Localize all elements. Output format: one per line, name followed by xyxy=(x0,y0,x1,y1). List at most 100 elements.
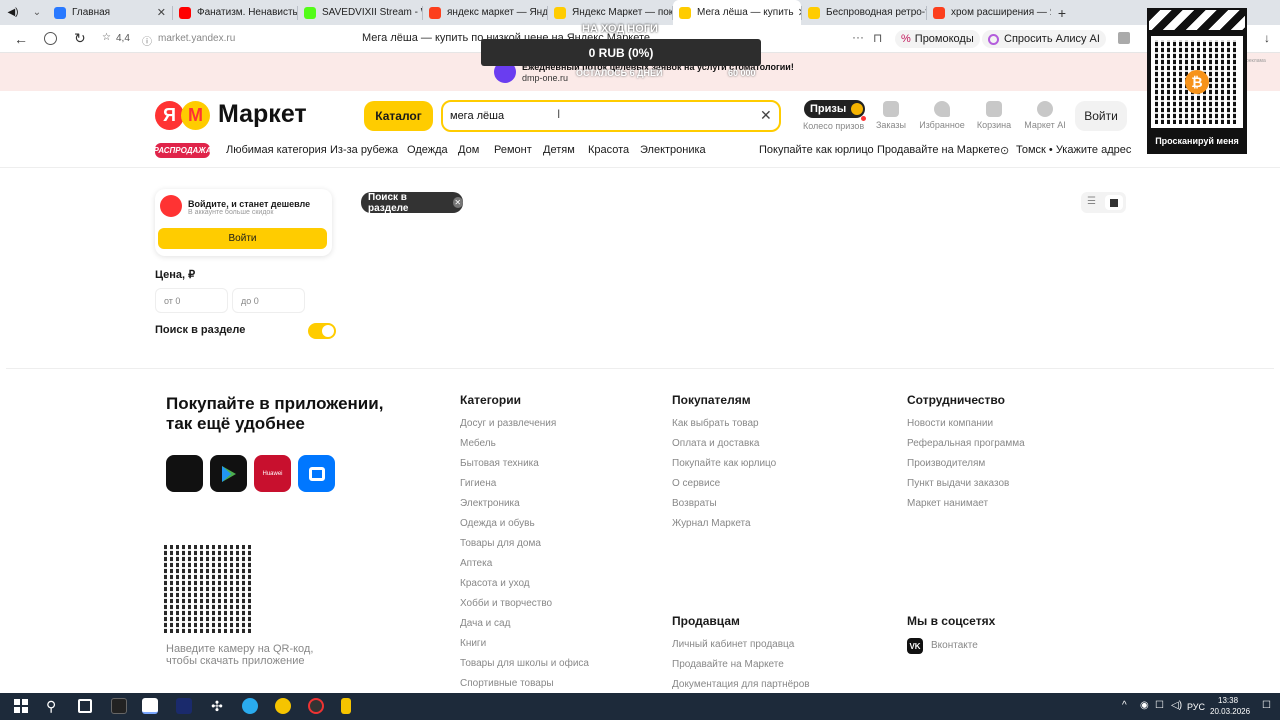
browser-tab[interactable]: SAVEDVIXII Stream - Wat✕ xyxy=(298,0,422,25)
footer-link[interactable]: Спортивные товары xyxy=(460,678,554,689)
language-indicator[interactable]: РУС xyxy=(1187,702,1205,712)
banner-link[interactable]: dmp-one.ru xyxy=(522,73,568,83)
footer-link[interactable]: Оплата и доставка xyxy=(672,438,759,449)
tray-chevron-icon[interactable]: ^ xyxy=(1122,700,1127,711)
browser-tab[interactable]: Фанатизм. Ненависть в✕ xyxy=(173,0,297,25)
footer-link[interactable]: Аптека xyxy=(460,558,492,569)
market-logo-text[interactable]: Маркет xyxy=(218,100,307,129)
browser-tab[interactable]: Главная ✕ xyxy=(48,0,172,25)
download-icon[interactable]: ↓ xyxy=(1264,31,1270,45)
footer-link[interactable]: Дача и сад xyxy=(460,618,510,629)
taskbar-time[interactable]: 13:38 xyxy=(1218,696,1238,705)
yandex-id-icon[interactable] xyxy=(44,32,57,45)
vk-icon[interactable]: VK xyxy=(907,638,923,654)
price-from-input[interactable]: от 0 xyxy=(155,288,228,313)
app-store-icon[interactable] xyxy=(166,455,203,492)
tab-close-icon[interactable]: ✕ xyxy=(794,6,801,19)
footer-link[interactable]: Красота и уход xyxy=(460,578,530,589)
nav-sell-on-market[interactable]: Продавайте на Маркете xyxy=(877,144,1000,156)
new-tab-button[interactable]: + xyxy=(1051,0,1073,25)
task-view-icon[interactable] xyxy=(78,699,92,713)
footer-link[interactable]: Личный кабинет продавца xyxy=(672,639,794,650)
tray-app-icon[interactable]: ◉ xyxy=(1140,700,1149,711)
taskbar-app-4-icon[interactable]: ✣ xyxy=(209,698,225,714)
back-icon[interactable]: ← xyxy=(14,31,28,47)
reload-icon[interactable]: ↻ xyxy=(74,30,86,47)
price-to-input[interactable]: до 0 xyxy=(232,288,305,313)
taskbar-app-8-icon[interactable] xyxy=(341,698,351,714)
notifications-icon[interactable]: ☐ xyxy=(1262,700,1271,711)
footer-link[interactable]: О сервисе xyxy=(672,478,720,489)
chevron-down-icon[interactable]: ⌄ xyxy=(26,0,48,25)
filter-chip[interactable]: Поиск в разделе ✕ xyxy=(361,192,463,214)
footer-link[interactable]: Как выбрать товар xyxy=(672,418,759,429)
browser-tab[interactable]: Беспроводная ретро-те✕ xyxy=(802,0,926,25)
windows-start-icon[interactable] xyxy=(14,699,28,713)
clear-search-icon[interactable]: ✕ xyxy=(760,107,772,124)
footer-link[interactable]: Гигиена xyxy=(460,478,496,489)
footer-link[interactable]: Товары для школы и офиса xyxy=(460,658,589,669)
browser-tab[interactable]: Яндекс Маркет — покуп✕ xyxy=(548,0,672,25)
volume-icon[interactable]: ◁) xyxy=(1171,700,1182,711)
telegram-icon[interactable] xyxy=(242,698,258,714)
taskbar-app-7-icon[interactable] xyxy=(308,698,324,714)
footer-link[interactable]: Покупайте как юрлицо xyxy=(672,458,776,469)
tab-audio-icon[interactable]: ◀) xyxy=(0,0,26,25)
nav-beauty[interactable]: Красота xyxy=(588,144,629,156)
footer-link[interactable]: Продавайте на Маркете xyxy=(672,659,784,670)
search-input[interactable]: мега лёша xyxy=(450,110,504,122)
search-icon[interactable]: ⚲ xyxy=(46,698,56,715)
login-button[interactable]: Войти xyxy=(1075,101,1127,131)
tab-close-icon[interactable]: ✕ xyxy=(153,6,166,19)
network-icon[interactable]: ☐ xyxy=(1155,700,1164,711)
chip-close-icon[interactable]: ✕ xyxy=(452,197,463,208)
footer-link[interactable]: Маркет нанимает xyxy=(907,498,988,509)
footer-link[interactable]: Книги xyxy=(460,638,486,649)
prizes-button[interactable]: Призы xyxy=(804,100,865,118)
nav-kids[interactable]: Детям xyxy=(543,144,575,156)
yandex-logo[interactable]: Я xyxy=(155,101,184,130)
nav-favorite-category[interactable]: Любимая категория xyxy=(226,144,327,156)
taskbar-app-3-icon[interactable] xyxy=(176,698,192,714)
market-logo-mark[interactable]: М xyxy=(181,101,210,130)
more-icon[interactable]: ··· xyxy=(852,30,864,44)
favorites-button[interactable]: Избранное xyxy=(912,101,972,130)
footer-link[interactable]: Электроника xyxy=(460,498,520,509)
url-text[interactable]: market.yandex.ru xyxy=(158,33,235,44)
sidebar-login-button[interactable]: Войти xyxy=(158,228,327,249)
taskbar-app-6-icon[interactable] xyxy=(275,698,291,714)
footer-link[interactable]: Досуг и развлечения xyxy=(460,418,556,429)
footer-link[interactable]: Документация для партнёров xyxy=(672,679,810,690)
footer-link[interactable]: Возвраты xyxy=(672,498,717,509)
list-view-icon[interactable]: ☰ xyxy=(1087,196,1096,207)
extension-icon[interactable] xyxy=(1118,32,1130,44)
footer-link[interactable]: Производителям xyxy=(907,458,985,469)
search-box[interactable]: мега лёша I ✕ xyxy=(441,100,781,132)
nav-electronics[interactable]: Электроника xyxy=(640,144,706,156)
taskbar-app-1-icon[interactable] xyxy=(111,698,127,714)
market-ai-button[interactable]: Маркет AI xyxy=(1015,101,1075,130)
yandex-browser-taskbar-icon[interactable] xyxy=(142,698,158,714)
taskbar-date[interactable]: 20.03.2026 xyxy=(1210,707,1250,716)
nav-buy-as-company[interactable]: Покупайте как юрлицо xyxy=(759,144,874,156)
promo-button[interactable]: % Промокоды xyxy=(895,30,980,48)
browser-tab[interactable]: яндекс маркет — Яндекс✕ xyxy=(423,0,547,25)
browser-tab[interactable]: хром расширения — Янд✕ xyxy=(927,0,1051,25)
footer-link[interactable]: Мебель xyxy=(460,438,496,449)
nav-abroad[interactable]: Из-за рубежа xyxy=(330,144,398,156)
grid-view-button[interactable] xyxy=(1105,195,1123,210)
nav-home[interactable]: Дом xyxy=(458,144,479,156)
site-rating[interactable]: 4,4 xyxy=(116,33,130,44)
footer-link[interactable]: Реферальная программа xyxy=(907,438,1025,449)
footer-link[interactable]: Бытовая техника xyxy=(460,458,539,469)
huawei-gallery-icon[interactable]: Huawei xyxy=(254,455,291,492)
catalog-button[interactable]: Каталог xyxy=(364,101,433,131)
nav-clothes[interactable]: Одежда xyxy=(407,144,448,156)
footer-link[interactable]: Товары для дома xyxy=(460,538,541,549)
browser-tab[interactable]: Мега лёша — купить✕ xyxy=(673,0,801,25)
rustore-icon[interactable] xyxy=(298,455,335,492)
vk-link[interactable]: Вконтакте xyxy=(931,640,978,651)
location-text[interactable]: Томск • Укажите адрес xyxy=(1016,144,1131,156)
alice-button[interactable]: Спросить Алису AI xyxy=(982,30,1106,48)
nav-repair[interactable]: Ремонт xyxy=(494,144,532,156)
